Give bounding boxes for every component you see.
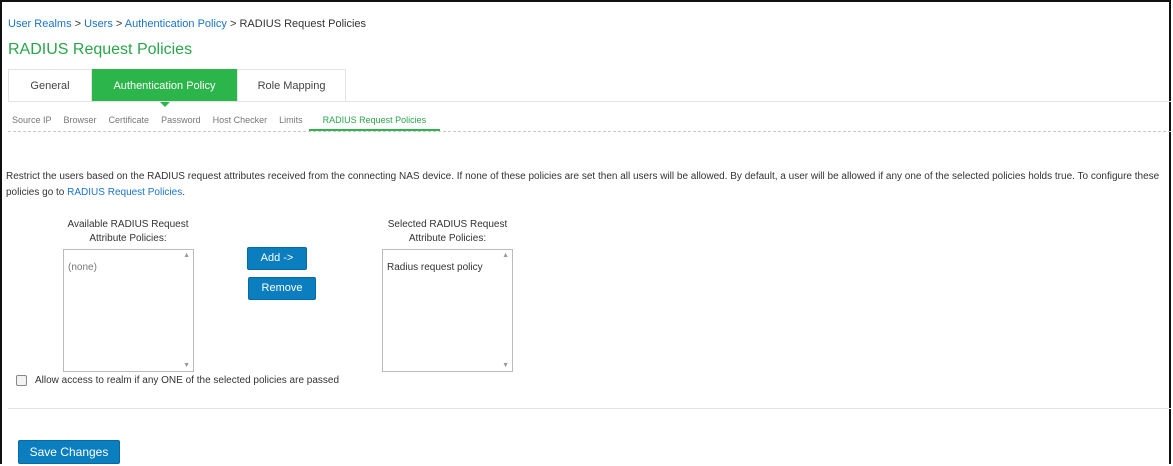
allow-access-checkbox[interactable] xyxy=(16,375,27,386)
form-divider xyxy=(8,408,1171,409)
description: Restrict the users based on the RADIUS r… xyxy=(6,169,1168,201)
subtab-host-checker[interactable]: Host Checker xyxy=(207,110,274,130)
allow-access-option: Allow access to realm if any ONE of the … xyxy=(16,375,339,386)
breadcrumb-authentication-policy[interactable]: Authentication Policy xyxy=(125,18,227,30)
available-policies-list[interactable]: (none) ▲ ▼ xyxy=(63,249,194,372)
list-item[interactable]: Radius request policy xyxy=(383,250,512,273)
scroll-down-icon[interactable]: ▼ xyxy=(502,362,509,369)
radius-request-policies-link[interactable]: RADIUS Request Policies xyxy=(67,187,182,198)
tabs-divider xyxy=(8,101,1171,102)
page-title: RADIUS Request Policies xyxy=(8,41,193,58)
subtab-radius-request-policies[interactable]: RADIUS Request Policies xyxy=(308,110,441,131)
breadcrumb-current: RADIUS Request Policies xyxy=(239,18,367,30)
scroll-up-icon[interactable]: ▲ xyxy=(502,252,509,259)
subtab-password[interactable]: Password xyxy=(155,110,207,130)
main-tabs: General Authentication Policy Role Mappi… xyxy=(8,69,346,107)
description-suffix: . xyxy=(182,187,185,198)
subtabs-divider xyxy=(8,131,1171,132)
subtab-limits[interactable]: Limits xyxy=(273,110,309,130)
tab-role-mapping[interactable]: Role Mapping xyxy=(237,69,346,101)
remove-button[interactable]: Remove xyxy=(248,277,316,300)
save-changes-button[interactable]: Save Changes xyxy=(18,440,120,464)
list-item[interactable]: (none) xyxy=(64,250,193,273)
breadcrumb-separator: > xyxy=(226,18,240,30)
scroll-up-icon[interactable]: ▲ xyxy=(183,252,190,259)
breadcrumb-separator: > xyxy=(112,18,125,30)
selected-policies-label: Selected RADIUS Request Attribute Polici… xyxy=(370,218,525,246)
allow-access-label: Allow access to realm if any ONE of the … xyxy=(35,375,340,386)
breadcrumb-user-realms[interactable]: User Realms xyxy=(8,18,72,30)
selected-label-line2: Attribute Policies: xyxy=(408,233,487,244)
available-label-line2: Attribute Policies: xyxy=(89,233,167,244)
sub-tabs: Source IP Browser Certificate Password H… xyxy=(8,110,441,131)
subtab-browser[interactable]: Browser xyxy=(58,110,103,130)
tab-authentication-policy[interactable]: Authentication Policy xyxy=(92,69,237,107)
breadcrumb-users[interactable]: Users xyxy=(84,18,113,30)
available-label-line1: Available RADIUS Request xyxy=(67,219,189,230)
tab-general[interactable]: General xyxy=(8,69,92,101)
selected-label-line1: Selected RADIUS Request xyxy=(387,219,508,230)
available-policies-label: Available RADIUS Request Attribute Polic… xyxy=(48,218,208,246)
breadcrumb-separator: > xyxy=(71,18,85,30)
subtab-source-ip[interactable]: Source IP xyxy=(8,110,58,130)
add-button[interactable]: Add -> xyxy=(247,247,307,270)
subtab-certificate[interactable]: Certificate xyxy=(103,110,156,130)
breadcrumb: User Realms > Users > Authentication Pol… xyxy=(8,18,366,30)
selected-policies-list[interactable]: Radius request policy ▲ ▼ xyxy=(382,249,513,372)
scroll-down-icon[interactable]: ▼ xyxy=(183,362,190,369)
